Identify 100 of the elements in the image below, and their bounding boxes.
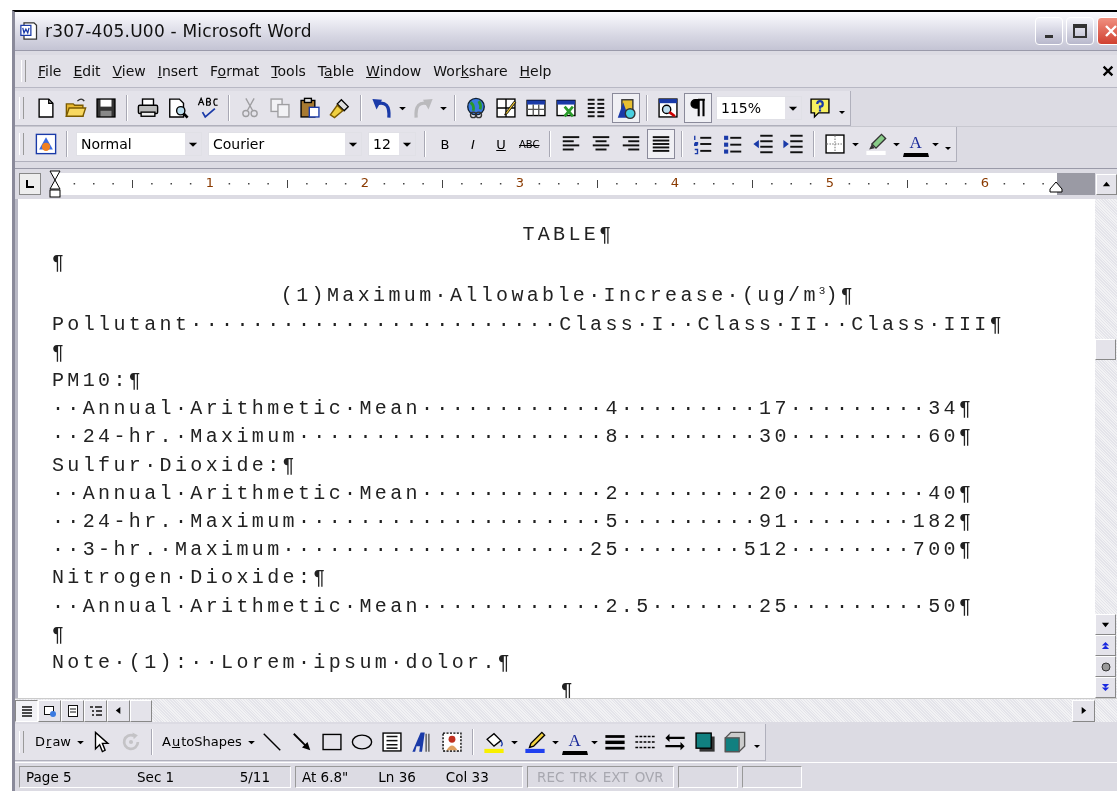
chevron-icon[interactable]: [838, 111, 846, 115]
wordart-icon: [410, 730, 433, 753]
scroll-right-button[interactable]: [1072, 699, 1095, 722]
cube-icon: [723, 730, 746, 753]
document-line: ··3-hr.·Maximum····················25········512········700¶: [52, 537, 975, 564]
status-text: Page 5: [26, 769, 72, 785]
chevron-icon[interactable]: [943, 147, 952, 151]
document-line: PM10:¶: [52, 368, 145, 394]
up-arrow-icon: [1102, 179, 1111, 189]
menu-item[interactable]: Format: [204, 61, 266, 81]
next-page-button[interactable]: [1095, 677, 1116, 698]
toolbar-grip[interactable]: [19, 133, 24, 155]
scroll-up-button[interactable]: [1096, 173, 1117, 195]
document-line: (1)Maximum·Allowable·Increase·(ug/m$^{3}$)¶: [280, 283, 857, 310]
arrow-icon: [290, 730, 313, 753]
document-line: TABLE¶: [522, 222, 615, 248]
document-page[interactable]: [15, 199, 1095, 698]
menu-item[interactable]: Help: [513, 61, 558, 81]
shapes-icon: [615, 97, 637, 119]
tab-stop-selector[interactable]: [19, 173, 41, 195]
menu-item[interactable]: Window: [360, 61, 428, 81]
previous-page-button[interactable]: [1095, 635, 1116, 656]
zoom-dropdown[interactable]: 115%: [716, 96, 802, 120]
shadow-icon: [693, 730, 716, 753]
ruler-number: 6: [980, 175, 990, 190]
pilcrow-button[interactable]: [684, 93, 712, 123]
caret-icon[interactable]: [785, 97, 801, 119]
caret-icon[interactable]: [185, 133, 201, 155]
ruler[interactable]: 1 2 3 4 5 6: [55, 173, 1095, 195]
rotate-icon: [120, 730, 142, 753]
spell-check-icon: [197, 97, 219, 119]
scissors-icon: [239, 97, 261, 119]
font-dropdown[interactable]: Courier: [208, 132, 362, 156]
print-view-button[interactable]: [61, 699, 84, 722]
status-text: Col 33: [445, 769, 489, 785]
right-arrow-icon: [1079, 706, 1088, 715]
web-view-button[interactable]: [38, 699, 61, 722]
clipboard-icon: [299, 97, 321, 119]
ruler-number: 2: [360, 175, 370, 190]
underline-button[interactable]: U: [488, 129, 514, 159]
menu-item[interactable]: Tools: [265, 61, 312, 81]
document-line: ··Annual·Arithmetic·Mean············2.5·······25·········50¶: [52, 593, 975, 620]
status-text: Sec 1: [137, 769, 175, 785]
double-down-arrow-icon: [1101, 683, 1110, 692]
chevron-icon[interactable]: [752, 744, 761, 749]
undo-icon: [371, 97, 393, 119]
document-line: ¶: [52, 250, 68, 277]
left-arrow-icon: [114, 706, 123, 715]
scroll-down-button[interactable]: [1095, 614, 1116, 635]
minimize-button[interactable]: [1035, 17, 1063, 45]
menu-item[interactable]: View: [106, 61, 152, 81]
toolbar-grip[interactable]: [19, 97, 24, 119]
strikethrough-button[interactable]: ABC: [516, 129, 543, 159]
ruler-number: 1: [205, 175, 215, 190]
new-document-icon: [35, 97, 57, 119]
circle-icon: [1100, 661, 1111, 672]
document-line: ··Annual·Arithmetic·Mean············4·········17·········34¶: [52, 396, 975, 423]
caret-icon[interactable]: [345, 133, 361, 155]
toolbar-grip[interactable]: [21, 60, 26, 82]
menu-item[interactable]: Insert: [151, 61, 204, 81]
document-line: ··24-hr.·Maximum····················8·········30·········60¶: [52, 424, 975, 451]
scroll-thumb[interactable]: [130, 699, 152, 722]
increase-indent-icon: [781, 133, 804, 155]
justify-button[interactable]: [646, 129, 675, 159]
menu-item[interactable]: Edit: [67, 61, 107, 81]
menu-button[interactable]: Draw: [32, 726, 74, 757]
maximize-button[interactable]: [1066, 17, 1094, 45]
open-folder-icon: [65, 97, 87, 119]
columns-icon: [585, 97, 607, 119]
paint-bucket-icon: [482, 730, 505, 753]
scroll-left-button[interactable]: [107, 699, 130, 722]
font-color-button[interactable]: A: [902, 131, 929, 157]
indent-marker-icon[interactable]: [49, 170, 61, 198]
italic-button[interactable]: I: [460, 129, 486, 159]
style-dropdown[interactable]: Normal: [76, 132, 202, 156]
menu-button[interactable]: AutoShapes: [159, 726, 245, 757]
outline-view-button[interactable]: [84, 699, 107, 722]
toolbar-grip[interactable]: [19, 730, 24, 753]
normal-view-button[interactable]: [15, 699, 38, 722]
browse-object-button[interactable]: [1095, 656, 1116, 677]
menu-item[interactable]: File: [32, 61, 68, 81]
menu-item[interactable]: Workshare: [427, 61, 514, 81]
close-icon[interactable]: [1101, 64, 1115, 78]
pen-icon: [523, 730, 546, 753]
font-size-dropdown[interactable]: 12: [368, 132, 416, 156]
border-icon: [823, 133, 846, 155]
document-line: ··Annual·Arithmetic·Mean············2·········20·········40¶: [52, 480, 975, 507]
document-line: ··24-hr.·Maximum····················5·········91········182¶: [52, 509, 975, 536]
menu-item[interactable]: Table: [311, 61, 361, 81]
status-text: 5/11: [239, 769, 270, 785]
close-button[interactable]: [1097, 17, 1117, 45]
caret-icon[interactable]: [399, 133, 415, 155]
bold-button[interactable]: B: [432, 129, 458, 159]
font-color-button[interactable]: A: [561, 728, 588, 755]
document-icon: [19, 21, 39, 41]
double-up-arrow-icon: [1101, 641, 1110, 650]
right-indent-marker-icon[interactable]: [1049, 181, 1063, 193]
shapes-button[interactable]: [612, 93, 640, 123]
scroll-thumb[interactable]: [1095, 339, 1116, 360]
close-icon: [1103, 23, 1117, 39]
